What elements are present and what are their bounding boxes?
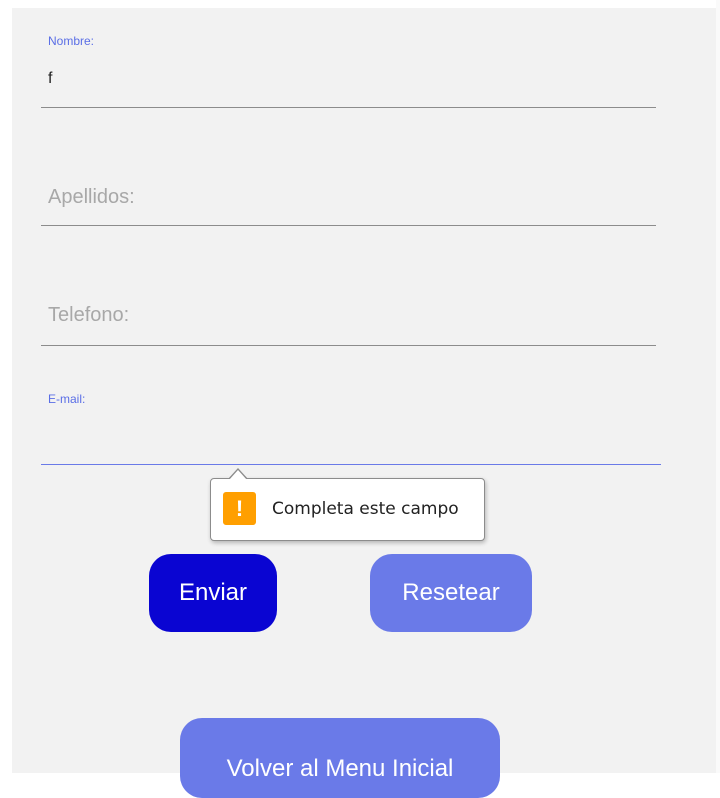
email-underline: [41, 464, 661, 465]
telefono-underline: [41, 345, 656, 346]
warning-icon: !: [223, 492, 256, 525]
send-button[interactable]: Enviar: [149, 554, 277, 632]
tooltip-arrow-fill: [229, 470, 247, 480]
telefono-placeholder: Telefono:: [48, 304, 130, 326]
nombre-underline: [41, 107, 656, 108]
validation-tooltip: ! Completa este campo: [210, 478, 485, 541]
apellidos-underline: [41, 225, 656, 226]
back-to-menu-button[interactable]: Volver al Menu Inicial: [180, 718, 500, 798]
validation-message: Completa este campo: [272, 499, 459, 519]
reset-button[interactable]: Resetear: [370, 554, 532, 632]
email-label: E-mail:: [48, 392, 86, 406]
nombre-value: f: [48, 70, 53, 87]
nombre-label: Nombre:: [48, 34, 95, 48]
scrollbar-track: [716, 0, 720, 773]
telefono-field[interactable]: Telefono:: [41, 270, 656, 350]
nombre-field[interactable]: Nombre: f: [41, 30, 656, 110]
apellidos-field[interactable]: Apellidos:: [41, 150, 656, 230]
email-field[interactable]: E-mail:: [41, 384, 661, 466]
apellidos-placeholder: Apellidos:: [48, 186, 135, 208]
